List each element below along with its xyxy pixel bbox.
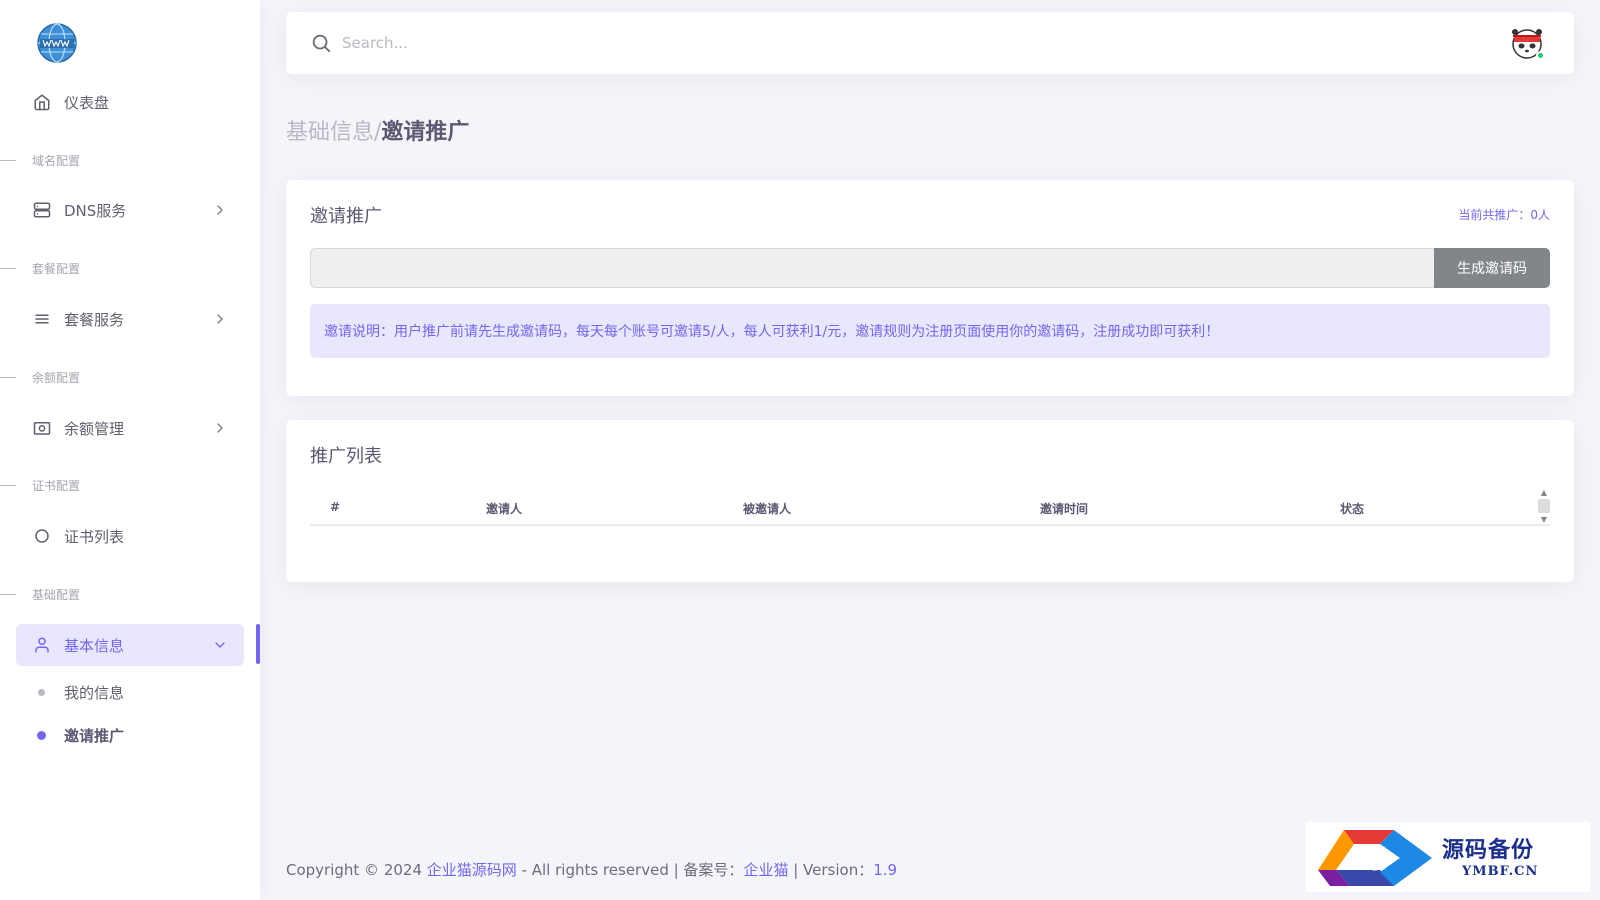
column-header-status[interactable]: 状态 xyxy=(1340,500,1364,517)
search-input[interactable] xyxy=(342,28,742,58)
section-divider xyxy=(0,593,16,595)
column-header-invite-time[interactable]: 邀请时间 xyxy=(1040,500,1088,517)
user-icon xyxy=(32,635,52,655)
section-header-basic: 基础配置 xyxy=(0,585,80,603)
sidebar-item-label: 仪表盘 xyxy=(64,93,110,112)
watermark: 码 源码备份 YMBF.CN xyxy=(1306,822,1590,892)
footer-version: 1.9 xyxy=(873,861,898,879)
active-indicator xyxy=(256,624,260,664)
watermark-domain: YMBF.CN xyxy=(1462,864,1539,879)
section-header-label: 证书配置 xyxy=(32,478,81,493)
footer: Copyright © 2024 企业猫源码网 - All rights res… xyxy=(286,859,897,880)
section-header-label: 套餐配置 xyxy=(32,261,81,276)
sidebar-item-balance[interactable]: 余额管理 xyxy=(16,407,244,449)
watermark-logo-icon: 码 xyxy=(1318,830,1432,886)
section-header-label: 余额配置 xyxy=(32,370,81,385)
table-scrollbar[interactable]: ▲ ▼ xyxy=(1538,488,1550,524)
invite-card: 邀请推广 当前共推广：0人 生成邀请码 邀请说明：用户推广前请先生成邀请码，每天… xyxy=(286,180,1574,396)
sidebar-item-basic-info[interactable]: 基本信息 xyxy=(16,624,244,666)
sidebar-subitem-my-info[interactable]: 我的信息 xyxy=(16,673,244,711)
online-status-badge xyxy=(1536,51,1545,60)
section-header-balance: 余额配置 xyxy=(0,368,80,386)
sidebar-subitem-label: 我的信息 xyxy=(64,683,125,702)
sidebar-item-dashboard[interactable]: 仪表盘 xyxy=(16,81,244,123)
sidebar-item-package[interactable]: 套餐服务 xyxy=(16,298,244,340)
circle-icon xyxy=(32,526,52,546)
sidebar-item-label: 基本信息 xyxy=(64,636,125,655)
promotion-list-card: 推广列表 # 邀请人 被邀请人 邀请时间 状态 ▲ ▼ xyxy=(286,420,1574,582)
section-divider xyxy=(0,159,16,161)
invite-code-field[interactable] xyxy=(310,248,1434,288)
chevron-down-icon xyxy=(212,637,228,653)
avatar[interactable] xyxy=(1510,26,1545,60)
sidebar-subitem-invite[interactable]: 邀请推广 xyxy=(16,716,244,754)
breadcrumb: 基础信息/邀请推广 xyxy=(286,114,469,146)
sidebar-item-label: 套餐服务 xyxy=(64,310,125,329)
bullet-icon xyxy=(37,730,46,740)
column-header-inviter[interactable]: 邀请人 xyxy=(486,500,522,517)
invite-notice: 邀请说明：用户推广前请先生成邀请码，每天每个账号可邀请5/人，每人可获利1/元，… xyxy=(310,304,1550,358)
breadcrumb-parent[interactable]: 基础信息/ xyxy=(286,120,381,145)
generate-invite-code-button[interactable]: 生成邀请码 xyxy=(1434,248,1550,288)
scroll-up-icon[interactable]: ▲ xyxy=(1541,488,1547,497)
sidebar-item-label: 证书列表 xyxy=(64,527,125,546)
globe-logo-icon[interactable] xyxy=(36,22,78,64)
footer-version-label: | Version： xyxy=(788,861,874,879)
promotion-list-title: 推广列表 xyxy=(310,446,382,467)
column-header-invitee[interactable]: 被邀请人 xyxy=(743,500,791,517)
sidebar-item-label: DNS服务 xyxy=(64,201,127,220)
home-icon xyxy=(32,92,52,112)
search-icon[interactable] xyxy=(310,32,332,54)
section-divider xyxy=(0,267,16,269)
invite-count-label: 当前共推广：0人 xyxy=(1458,208,1550,222)
sidebar: 仪表盘 域名配置 DNS服务 套餐配置 套餐服务 余额配置 余额管理 证书配置 … xyxy=(0,0,260,900)
footer-rights: - All rights reserved | 备案号： xyxy=(516,861,744,879)
section-header-domain: 域名配置 xyxy=(0,151,80,169)
section-header-certificate: 证书配置 xyxy=(0,476,80,494)
camera-icon xyxy=(32,418,52,438)
sidebar-item-label: 余额管理 xyxy=(64,419,125,438)
invite-card-title: 邀请推广 xyxy=(310,206,382,227)
watermark-title: 源码备份 xyxy=(1442,837,1535,863)
server-icon xyxy=(32,200,52,220)
breadcrumb-current: 邀请推广 xyxy=(381,120,470,145)
sidebar-item-dns[interactable]: DNS服务 xyxy=(16,189,244,231)
sidebar-item-certificates[interactable]: 证书列表 xyxy=(16,515,244,557)
chevron-right-icon xyxy=(212,202,228,218)
column-header-index[interactable]: # xyxy=(330,500,340,514)
section-header-label: 域名配置 xyxy=(32,153,81,168)
footer-site-link[interactable]: 企业猫源码网 xyxy=(427,861,517,879)
promotion-table: # 邀请人 被邀请人 邀请时间 状态 ▲ ▼ xyxy=(310,488,1550,526)
menu-icon xyxy=(32,309,52,329)
footer-icp-link[interactable]: 企业猫 xyxy=(743,861,788,879)
footer-copyright: Copyright © 2024 xyxy=(286,861,427,879)
chevron-right-icon xyxy=(212,420,228,436)
scroll-track[interactable] xyxy=(1538,499,1550,513)
section-divider xyxy=(0,484,16,486)
sidebar-subitem-label: 邀请推广 xyxy=(64,726,125,745)
table-header-row: # 邀请人 被邀请人 邀请时间 状态 ▲ ▼ xyxy=(310,488,1550,526)
bullet-icon xyxy=(38,688,45,696)
section-header-package: 套餐配置 xyxy=(0,259,80,277)
svg-text:码: 码 xyxy=(1357,845,1381,874)
section-header-label: 基础配置 xyxy=(32,587,81,602)
top-navbar xyxy=(286,12,1574,74)
chevron-right-icon xyxy=(212,311,228,327)
section-divider xyxy=(0,376,16,378)
scroll-down-icon[interactable]: ▼ xyxy=(1541,515,1547,524)
